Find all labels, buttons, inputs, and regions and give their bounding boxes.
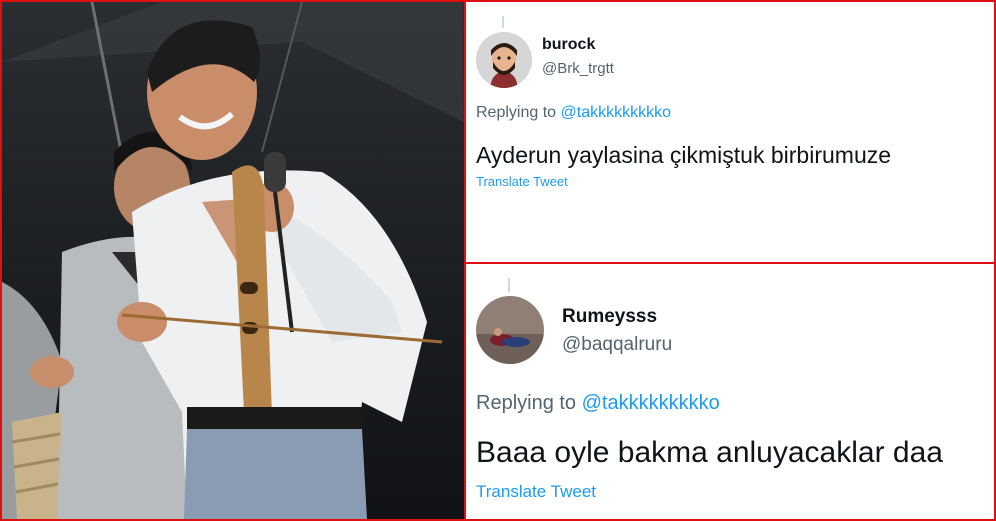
display-name[interactable]: burock <box>542 36 595 54</box>
tweet-card[interactable]: burock @Brk_trgtt Replying to @takkkkkkk… <box>466 2 994 262</box>
translate-tweet-link[interactable]: Translate Tweet <box>476 174 568 189</box>
display-name[interactable]: Rumeysss <box>562 306 657 328</box>
replying-prefix: Replying to <box>476 392 577 414</box>
cartoon-avatar-icon[interactable] <box>476 32 532 88</box>
tweet-text: Ayderun yaylasina çikmiştuk birbirumuze <box>476 142 892 168</box>
translate-tweet-link[interactable]: Translate Tweet <box>476 482 596 502</box>
tweet-text: Baaa oyle bakma anluyacaklar daa <box>476 436 943 469</box>
user-handle[interactable]: @baqqalruru <box>562 334 672 356</box>
replying-to: Replying to @takkkkkkkkko <box>476 104 671 122</box>
mention-link[interactable]: @takkkkkkkkko <box>582 392 720 414</box>
tweet-card[interactable]: Rumeysss @baqqalruru Replying to @takkkk… <box>466 264 994 519</box>
performer-photo <box>2 2 464 519</box>
photo-avatar-icon[interactable] <box>476 296 544 364</box>
replying-prefix: Replying to <box>476 104 557 121</box>
mention-link[interactable]: @takkkkkkkkko <box>561 104 671 121</box>
user-handle[interactable]: @Brk_trgtt <box>542 60 614 77</box>
replying-to: Replying to @takkkkkkkkko <box>476 392 720 415</box>
thread-connector <box>502 16 504 28</box>
thread-connector <box>508 278 510 292</box>
